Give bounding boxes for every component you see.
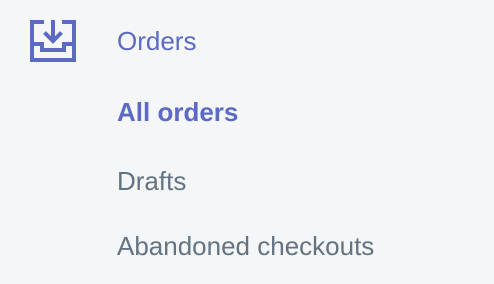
nav-section-orders[interactable]: Orders: [0, 0, 494, 84]
orders-navigation: Orders All orders Drafts Abandoned check…: [0, 0, 494, 284]
nav-item-drafts[interactable]: Drafts: [117, 164, 186, 198]
nav-section-label: Orders: [117, 26, 197, 56]
nav-item-all-orders[interactable]: All orders: [117, 95, 238, 129]
orders-inbox-icon: [29, 16, 77, 64]
nav-item-abandoned-checkouts[interactable]: Abandoned checkouts: [117, 229, 374, 263]
